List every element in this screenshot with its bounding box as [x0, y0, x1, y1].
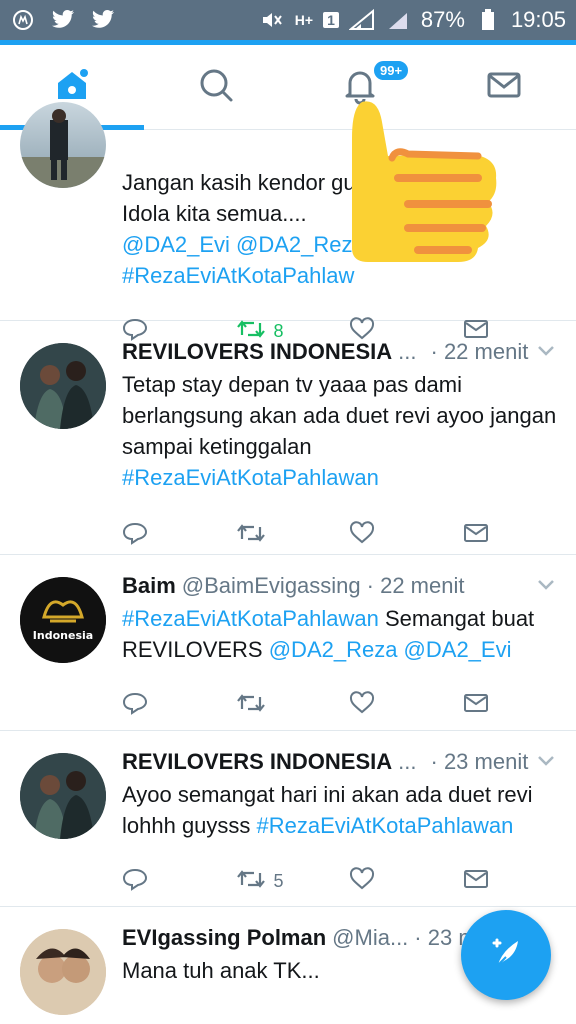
tweet[interactable]: REVILOVERS INDONESIA ... · 22 menit Teta… [0, 321, 576, 555]
tweet-text-segment: Tetap stay depan tv yaaa pas dami berlan… [122, 372, 557, 459]
chevron-down-icon[interactable] [536, 343, 556, 362]
search-icon [196, 65, 236, 110]
tweet-text-segment: Idola kita semua.... [122, 201, 307, 226]
heart-icon [349, 690, 375, 720]
mail-icon [463, 868, 489, 895]
tab-search[interactable] [144, 45, 288, 129]
signal-icon [348, 9, 375, 31]
signal-icon [385, 9, 411, 31]
clock: 19:05 [510, 7, 566, 32]
author-handle[interactable]: ... [398, 339, 416, 365]
retweet-button[interactable]: 5 [236, 867, 350, 896]
avatar[interactable] [20, 929, 106, 1015]
tweet-text: Ayoo semangat hari ini akan ada duet rev… [122, 779, 562, 841]
retweet-button[interactable] [236, 521, 350, 550]
mention-link[interactable]: @DA2_Evi @DA2_Reza [122, 232, 365, 257]
mail-icon [463, 522, 489, 549]
avatar-logo-text: Indonesia [33, 629, 93, 642]
author-handle[interactable]: @BaimEvigassing [182, 573, 361, 599]
twitter-icon [90, 9, 116, 31]
author-name[interactable]: EVIgassing Polman [122, 925, 326, 951]
network-type-label: H+ [294, 12, 314, 28]
author-name[interactable]: Baim [122, 573, 176, 599]
tweet-actions [122, 677, 576, 733]
tweet[interactable]: Indonesia Baim @BaimEvigassing · 22 meni… [0, 555, 576, 731]
reply-icon [122, 867, 148, 896]
like-button[interactable] [349, 520, 463, 550]
chevron-down-icon[interactable] [536, 577, 556, 596]
mention-link[interactable]: @DA2_Reza @DA2_Evi [269, 637, 512, 662]
chevron-down-icon[interactable] [536, 753, 556, 772]
like-button[interactable] [349, 866, 463, 896]
tweet[interactable]: REVILOVERS INDONESIA ... · 23 menit Ayoo… [0, 731, 576, 907]
tweet-text-segment: Jangan kasih kendor gu [122, 170, 356, 195]
notification-badge: 99+ [372, 59, 411, 82]
reply-button[interactable] [122, 691, 236, 720]
reply-icon [122, 521, 148, 550]
status-bar: H+ 1 87% 19:05 [0, 0, 576, 40]
retweet-icon [236, 691, 266, 720]
dm-button[interactable] [463, 868, 576, 895]
retweet-button[interactable] [236, 691, 350, 720]
tweet-header: REVILOVERS INDONESIA ... · 22 menit [122, 339, 576, 365]
tweet-time: · 22 menit [430, 339, 529, 364]
avatar[interactable] [20, 753, 106, 839]
reply-button[interactable] [122, 867, 236, 896]
tweet-time: · 22 menit [366, 573, 465, 598]
sim-label: 1 [323, 12, 339, 28]
hashtag-link[interactable]: #RezaEviAtKotaPahlawan [122, 465, 379, 490]
dm-button[interactable] [463, 692, 576, 719]
thumbs-up-icon [348, 98, 500, 268]
author-name[interactable]: REVILOVERS INDONESIA [122, 749, 392, 775]
reply-button[interactable] [122, 521, 236, 550]
heart-icon [349, 866, 375, 896]
like-button[interactable] [349, 690, 463, 720]
battery-icon [475, 9, 501, 31]
retweet-count: 5 [273, 870, 284, 891]
tweet-header: REVILOVERS INDONESIA ... · 23 menit [122, 749, 576, 775]
reply-icon [122, 691, 148, 720]
avatar[interactable] [20, 343, 106, 429]
avatar[interactable]: Indonesia [20, 577, 106, 663]
author-name[interactable]: REVILOVERS INDONESIA [122, 339, 392, 365]
tweet-time: · 23 menit [430, 749, 529, 774]
tweet-text: Tetap stay depan tv yaaa pas dami berlan… [122, 369, 562, 493]
compose-tweet-button[interactable] [461, 910, 551, 1000]
battery-percent: 87% [420, 7, 465, 32]
tweet-header: Baim @BaimEvigassing · 22 menit [122, 573, 576, 599]
author-handle[interactable]: @Mia... [332, 925, 408, 951]
mute-icon [259, 9, 285, 31]
hashtag-link[interactable]: #RezaEviAtKotaPahlawan [122, 606, 379, 631]
whatsapp-icon [10, 9, 36, 31]
hashtag-link[interactable]: #RezaEviAtKotaPahlawan [257, 813, 514, 838]
tweet-text-segment: Mana tuh anak TK... [122, 958, 320, 983]
hashtag-link[interactable]: #RezaEviAtKotaPahlaw [122, 263, 354, 288]
tweet-actions: 5 [122, 853, 576, 909]
twitter-icon [50, 9, 76, 31]
retweet-icon [236, 867, 266, 896]
mail-icon [463, 692, 489, 719]
heart-icon [349, 520, 375, 550]
author-handle[interactable]: ... [398, 749, 416, 775]
compose-feather-icon [484, 931, 528, 980]
dm-button[interactable] [463, 522, 576, 549]
tweet-text: #RezaEviAtKotaPahlawan Semangat buat REV… [122, 603, 562, 665]
retweet-icon [236, 521, 266, 550]
avatar[interactable] [20, 102, 106, 188]
